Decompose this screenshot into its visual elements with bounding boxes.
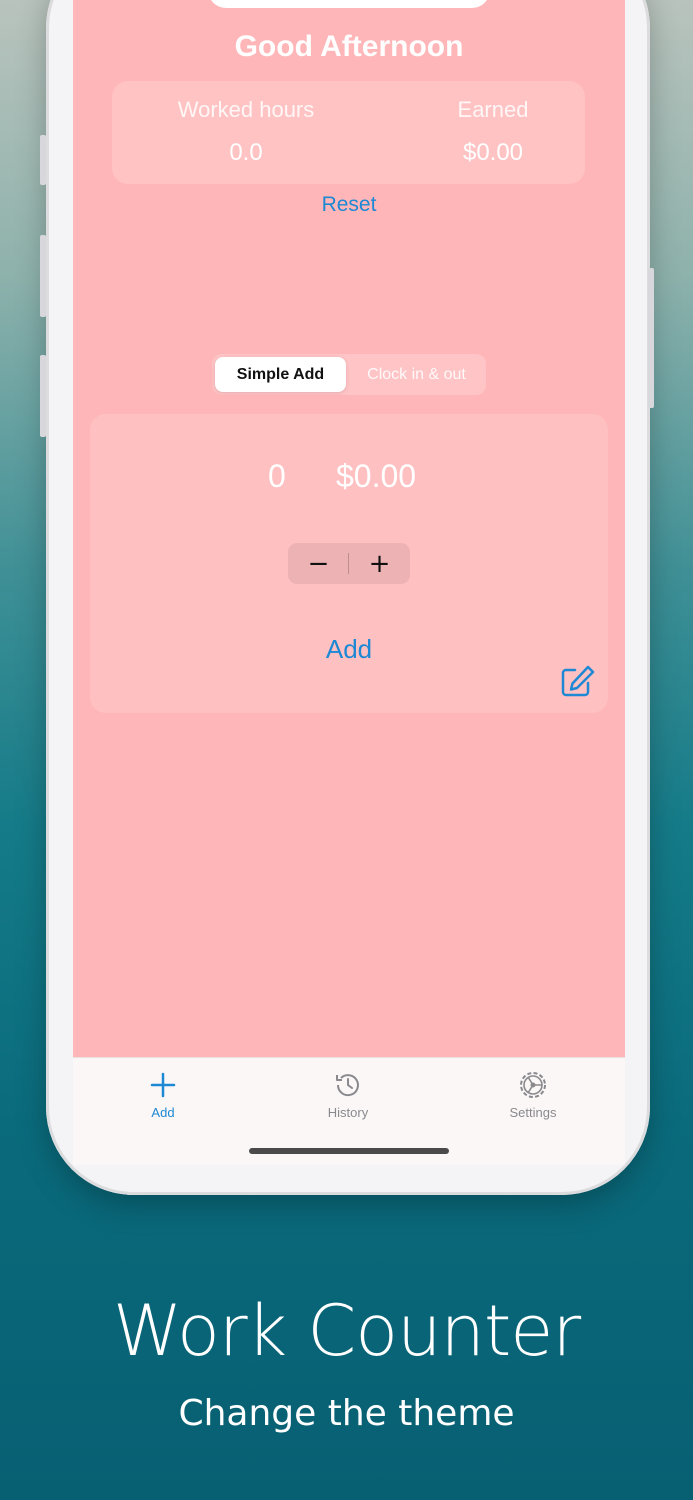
hours-counter-value: 0 — [268, 458, 286, 494]
tab-history-label: History — [327, 1105, 369, 1120]
worked-hours-stat: Worked hours 0.0 — [146, 97, 346, 167]
phone-side-button — [40, 135, 46, 185]
tab-settings[interactable]: Settings — [473, 1068, 593, 1120]
phone-notch — [208, 0, 490, 8]
stepper-increment-button[interactable]: + — [349, 543, 410, 584]
money-counter-value: $0.00 — [336, 458, 417, 494]
hours-stepper: − + — [288, 543, 410, 584]
mode-segmented-control: Simple Add Clock in & out — [212, 354, 486, 395]
phone-volume-up — [40, 235, 46, 317]
phone-volume-down — [40, 355, 46, 437]
worked-hours-value: 0.0 — [229, 139, 263, 166]
add-button[interactable]: Add — [73, 634, 625, 665]
worked-hours-label: Worked hours — [177, 97, 315, 122]
earned-stat: Earned $0.00 — [433, 97, 553, 167]
greeting-title: Good Afternoon — [234, 30, 464, 63]
plus-icon — [103, 1068, 223, 1102]
earned-value: $0.00 — [462, 139, 524, 166]
gear-icon — [473, 1068, 593, 1102]
marketing-subtitle: Change the theme — [178, 1393, 515, 1434]
home-indicator — [249, 1148, 449, 1154]
history-icon — [288, 1068, 408, 1102]
tab-history[interactable]: History — [288, 1068, 408, 1120]
tab-add[interactable]: Add — [103, 1068, 223, 1120]
marketing-title: Work Counter — [112, 1290, 581, 1372]
segment-clock-in-out[interactable]: Clock in & out — [350, 357, 483, 392]
tab-add-label: Add — [151, 1105, 175, 1120]
earned-label: Earned — [457, 97, 529, 122]
summary-card: Worked hours 0.0 Earned $0.00 — [112, 81, 585, 184]
segment-simple-add[interactable]: Simple Add — [215, 357, 346, 392]
edit-icon[interactable] — [560, 664, 596, 698]
reset-button[interactable]: Reset — [73, 193, 625, 217]
phone-power-button — [648, 268, 654, 408]
tab-settings-label: Settings — [509, 1105, 557, 1120]
stepper-decrement-button[interactable]: − — [288, 543, 349, 584]
